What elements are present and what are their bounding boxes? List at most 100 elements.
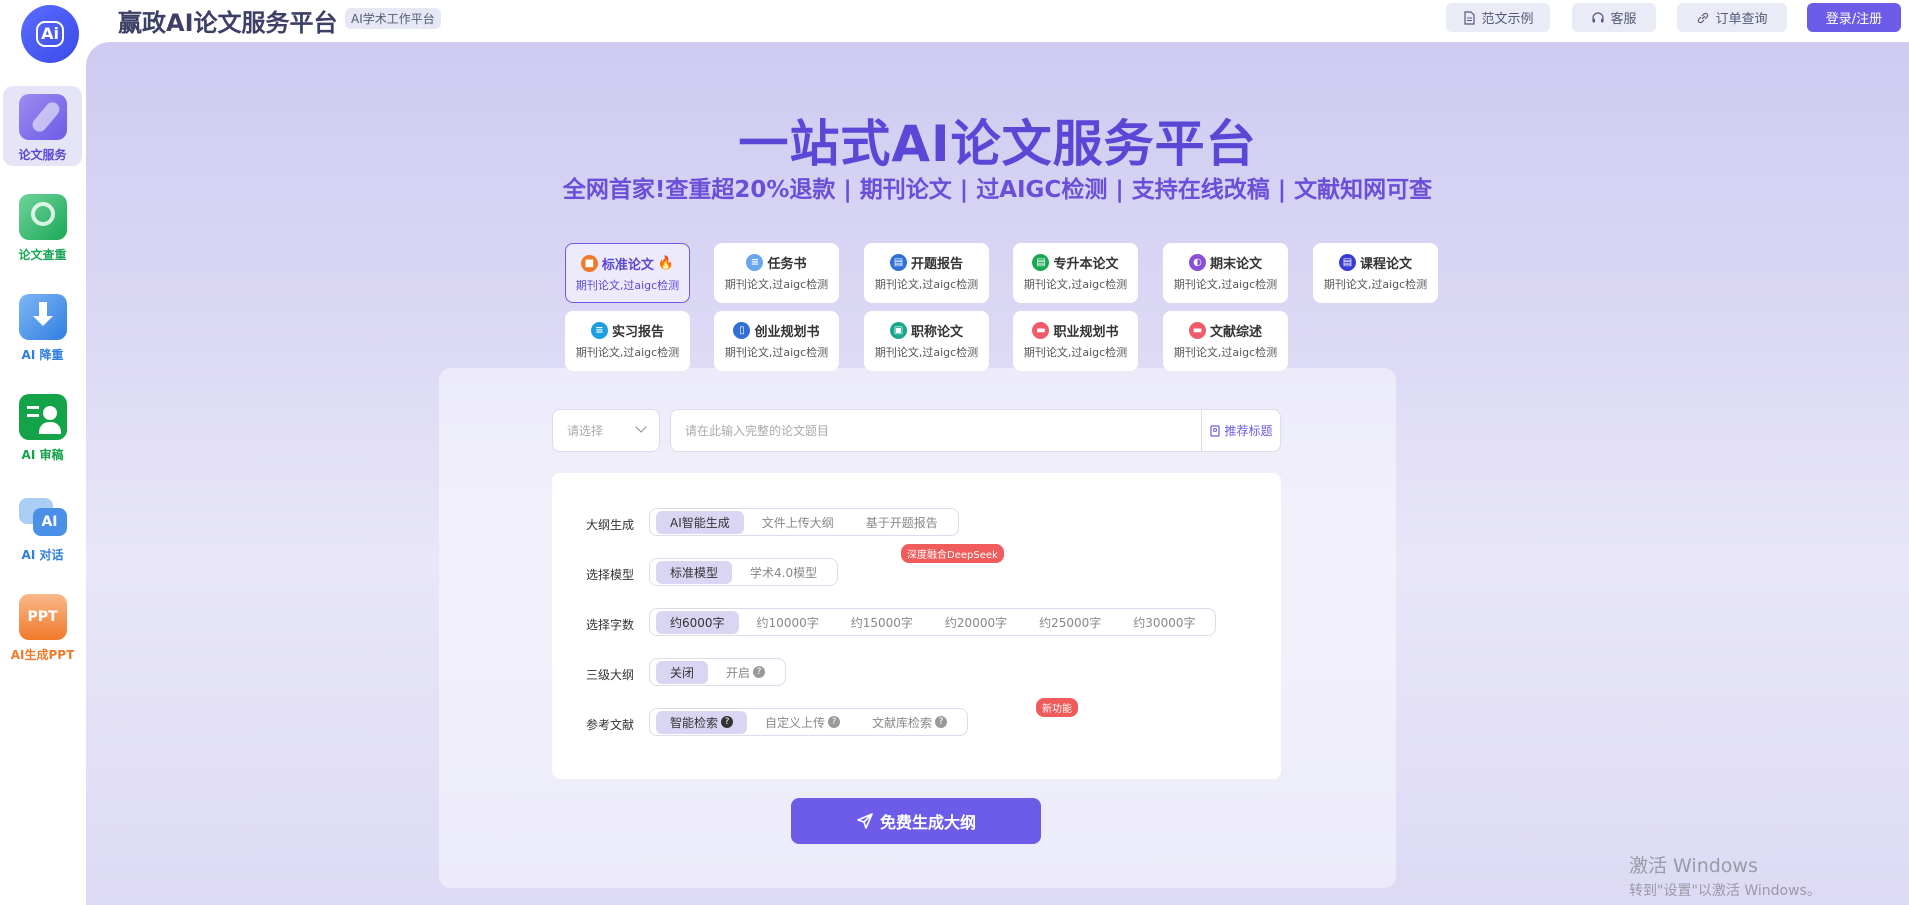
link-icon bbox=[1698, 12, 1709, 23]
option-smart-search-label: 智能检索 bbox=[670, 715, 719, 730]
paper-type-icon: ▬ bbox=[1188, 322, 1206, 339]
send-icon bbox=[857, 813, 873, 829]
option-upload-outline[interactable]: 文件上传大纲 bbox=[748, 511, 848, 534]
paper-type-card[interactable]: ▯ 创业规划书 期刊论文,过aigc检测 bbox=[714, 311, 839, 371]
new-feature-badge: 新功能 bbox=[1036, 698, 1078, 717]
headset-icon bbox=[1592, 11, 1605, 22]
paper-type-icon: ≡ bbox=[590, 322, 608, 339]
option-15000[interactable]: 约15000字 bbox=[837, 611, 927, 634]
option-on-label: 开启 bbox=[726, 665, 751, 680]
options-panel: 大纲生成 AI智能生成 文件上传大纲 基于开题报告 选择模型 标准模型 学术4.… bbox=[552, 473, 1281, 779]
paper-type-grid: ■ 标准论文 🔥 期刊论文,过aigc检测 ≡ 任务书 期刊论文,过aigc检测 ▤ 开… bbox=[480, 200, 1438, 371]
sidebar: 论文服务 论文查重 AI 降重 AI 审稿 AI AI 对话 PPT AI生成P… bbox=[0, 36, 86, 905]
paper-type-icon: ▣ bbox=[889, 322, 907, 339]
option-smart-search[interactable]: 智能检索? bbox=[656, 710, 748, 734]
paper-type-select[interactable]: 请选择 bbox=[552, 409, 660, 452]
ppt-icon: PPT bbox=[18, 594, 67, 640]
references-segmented: 智能检索? 自定义上传? 文献库检索? bbox=[649, 708, 969, 736]
fire-icon: 🔥 bbox=[657, 256, 675, 271]
row-label: 选择字数 bbox=[586, 618, 635, 632]
order-query-button[interactable]: 订单查询 bbox=[1677, 3, 1787, 32]
select-placeholder: 请选择 bbox=[567, 424, 604, 438]
sample-papers-button[interactable]: 范文示例 bbox=[1446, 3, 1550, 32]
help-icon[interactable]: ? bbox=[935, 716, 948, 728]
option-30000[interactable]: 约30000字 bbox=[1119, 611, 1209, 634]
paper-type-sub: 期刊论文,过aigc检测 bbox=[1323, 278, 1428, 291]
option-ai-generate[interactable]: AI智能生成 bbox=[656, 510, 744, 534]
sidebar-item-ai-chat[interactable]: AI AI 对话 bbox=[3, 486, 82, 566]
document-icon bbox=[1464, 10, 1476, 25]
chat-icon: AI bbox=[18, 494, 67, 540]
paper-type-sub: 期刊论文,过aigc检测 bbox=[1023, 278, 1128, 291]
option-25000[interactable]: 约25000字 bbox=[1025, 611, 1115, 634]
help-icon[interactable]: ? bbox=[721, 716, 734, 728]
paper-type-icon: ▤ bbox=[1032, 254, 1050, 271]
row-label: 选择模型 bbox=[586, 568, 635, 582]
option-library-search[interactable]: 文献库检索? bbox=[858, 711, 961, 734]
sidebar-label-ai-ppt: AI生成PPT bbox=[10, 648, 75, 662]
sidebar-item-ai-review[interactable]: AI 审稿 bbox=[3, 386, 82, 466]
third-level-segmented: 关闭 开启? bbox=[649, 658, 787, 686]
paper-type-name: 专升本论文 bbox=[1053, 257, 1119, 272]
customer-service-label: 客服 bbox=[1610, 12, 1637, 27]
outline-generation-row: 大纲生成 AI智能生成 文件上传大纲 基于开题报告 bbox=[552, 508, 1281, 538]
option-based-on-proposal[interactable]: 基于开题报告 bbox=[852, 511, 952, 534]
login-register-button[interactable]: 登录/注册 bbox=[1807, 3, 1901, 32]
paper-type-card[interactable]: ▤ 课程论文 期刊论文,过aigc检测 bbox=[1313, 243, 1438, 303]
help-icon[interactable]: ? bbox=[753, 666, 766, 678]
magnifier-icon bbox=[18, 194, 67, 240]
paper-type-card[interactable]: ≡ 任务书 期刊论文,过aigc检测 bbox=[714, 243, 839, 303]
paper-type-card[interactable]: ▬ 职业规划书 期刊论文,过aigc检测 bbox=[1013, 311, 1138, 371]
download-icon bbox=[18, 294, 67, 340]
paper-type-name: 任务书 bbox=[767, 257, 807, 272]
paper-type-card[interactable]: ≡ 实习报告 期刊论文,过aigc检测 bbox=[565, 311, 690, 371]
paper-type-icon: ▯ bbox=[733, 322, 751, 339]
watermark-line-2: 转到"设置"以激活 Windows。 bbox=[1629, 883, 1821, 899]
option-on[interactable]: 开启? bbox=[712, 661, 779, 684]
paper-type-card[interactable]: ■ 标准论文 🔥 期刊论文,过aigc检测 bbox=[565, 243, 690, 303]
paper-type-sub: 期刊论文,过aigc检测 bbox=[575, 346, 680, 359]
login-register-label: 登录/注册 bbox=[1825, 12, 1883, 27]
recommend-title-button[interactable]: 推荐标题 bbox=[1201, 409, 1281, 452]
top-header: Ai 赢政AI论文服务平台 AI学术工作平台 范文示例 客服 订单查询 登录/注… bbox=[0, 0, 1909, 63]
paper-type-sub: 期刊论文,过aigc检测 bbox=[575, 279, 680, 292]
hero-title: 一站式AI论文服务平台 bbox=[738, 115, 1257, 173]
model-select-row: 选择模型 标准模型 学术4.0模型 深度融合DeepSeek bbox=[552, 544, 1281, 588]
paper-type-sub: 期刊论文,过aigc检测 bbox=[874, 278, 979, 291]
logo[interactable]: Ai bbox=[21, 5, 79, 63]
help-icon[interactable]: ? bbox=[828, 716, 841, 728]
third-level-outline-row: 三级大纲 关闭 开启? bbox=[552, 658, 1281, 688]
row-label: 三级大纲 bbox=[586, 668, 635, 682]
paper-type-icon: ▤ bbox=[1338, 254, 1356, 271]
option-standard-model[interactable]: 标准模型 bbox=[656, 560, 733, 584]
references-row: 参考文献 智能检索? 自定义上传? 文献库检索? 新功能 bbox=[552, 698, 1281, 738]
paper-type-card[interactable]: ▤ 专升本论文 期刊论文,过aigc检测 bbox=[1013, 243, 1138, 303]
option-10000[interactable]: 约10000字 bbox=[743, 611, 833, 634]
option-6000[interactable]: 约6000字 bbox=[656, 610, 739, 634]
reviewer-icon bbox=[18, 394, 67, 440]
paper-type-sub: 期刊论文,过aigc检测 bbox=[874, 346, 979, 359]
sidebar-label-ai-rewrite: AI 降重 bbox=[21, 348, 64, 362]
sidebar-item-ai-ppt[interactable]: PPT AI生成PPT bbox=[3, 586, 82, 666]
sidebar-item-paper-service[interactable]: 论文服务 bbox=[3, 86, 82, 166]
deepseek-badge: 深度融合DeepSeek bbox=[901, 544, 1004, 563]
option-20000[interactable]: 约20000字 bbox=[931, 611, 1021, 634]
paper-type-card[interactable]: ◐ 期末论文 期刊论文,过aigc检测 bbox=[1163, 243, 1288, 303]
generate-outline-button[interactable]: 免费生成大纲 bbox=[791, 798, 1041, 844]
sidebar-item-ai-rewrite[interactable]: AI 降重 bbox=[3, 286, 82, 366]
paper-type-name: 创业规划书 bbox=[754, 325, 820, 340]
topic-input[interactable]: 请在此输入完整的论文题目 bbox=[670, 409, 1204, 452]
option-off[interactable]: 关闭 bbox=[656, 660, 709, 684]
paper-type-icon: ▬ bbox=[1032, 322, 1050, 339]
paper-type-sub: 期刊论文,过aigc检测 bbox=[1023, 346, 1128, 359]
paper-type-name: 实习报告 bbox=[611, 325, 664, 340]
option-academic-model[interactable]: 学术4.0模型 bbox=[736, 561, 831, 584]
paper-type-card[interactable]: ▬ 文献综述 期刊论文,过aigc检测 bbox=[1163, 311, 1288, 371]
option-library-search-label: 文献库检索 bbox=[872, 715, 933, 730]
option-custom-upload[interactable]: 自定义上传? bbox=[751, 711, 854, 734]
customer-service-button[interactable]: 客服 bbox=[1572, 3, 1656, 32]
paper-type-card[interactable]: ▤ 开题报告 期刊论文,过aigc检测 bbox=[864, 243, 989, 303]
model-segmented: 标准模型 学术4.0模型 bbox=[649, 558, 839, 586]
sidebar-item-plagiarism-check[interactable]: 论文查重 bbox=[3, 186, 82, 266]
paper-type-card[interactable]: ▣ 职称论文 期刊论文,过aigc检测 bbox=[864, 311, 989, 371]
